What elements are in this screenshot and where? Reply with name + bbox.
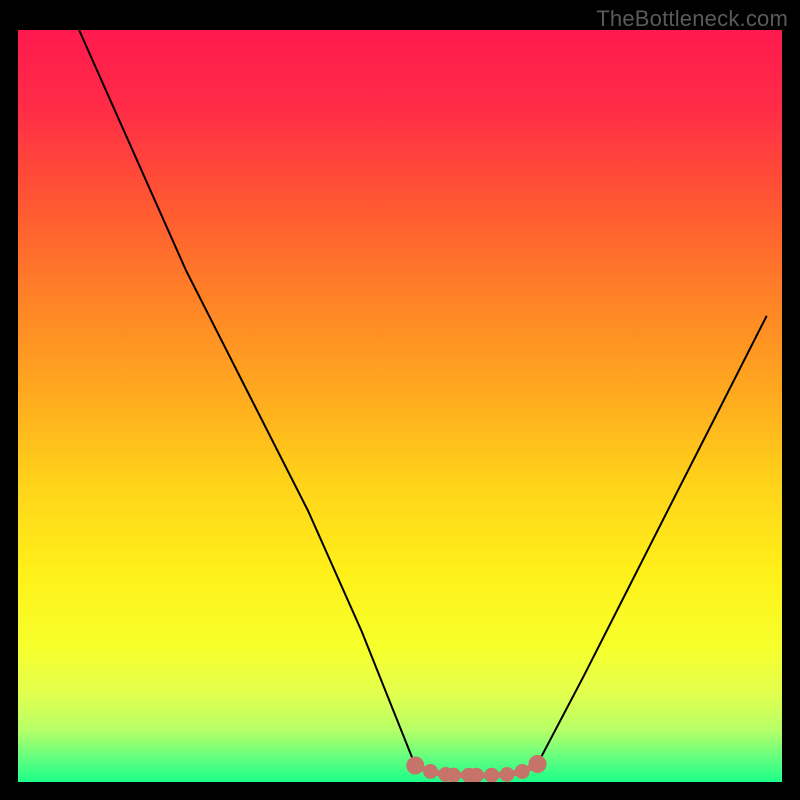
watermark-text: TheBottleneck.com (596, 6, 788, 32)
valley-marker-dot (406, 757, 424, 775)
valley-marker-dot (500, 767, 515, 782)
valley-marker-dot (484, 768, 499, 783)
valley-marker-dot (423, 764, 438, 779)
valley-marker-dot (469, 768, 484, 783)
gradient-background (18, 30, 782, 782)
chart-stage: TheBottleneck.com (0, 0, 800, 800)
valley-marker-dot (515, 764, 530, 779)
valley-marker-dot (446, 768, 461, 783)
bottleneck-chart (0, 0, 800, 800)
valley-marker-dot (529, 755, 547, 773)
